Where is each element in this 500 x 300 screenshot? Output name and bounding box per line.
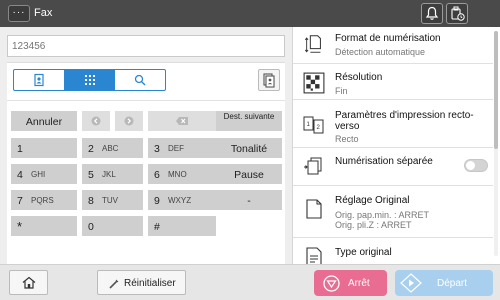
key-7[interactable]: 7 PQRS	[11, 190, 77, 210]
setting-duplex[interactable]: 12 Paramètres d'impression recto-verso R…	[293, 100, 493, 148]
input-mode-tabs	[13, 69, 166, 91]
home-button[interactable]	[9, 270, 48, 295]
divider	[7, 100, 285, 101]
key-9[interactable]: 9 WXYZ	[148, 190, 216, 210]
setting-title: Format de numérisation	[335, 33, 441, 44]
separate-scan-icon	[304, 157, 322, 175]
destination-input[interactable]	[7, 35, 285, 57]
bottom-bar: Réinitialiser Arrêt Départ	[0, 264, 500, 300]
key-6[interactable]: 6 MNO	[148, 164, 216, 184]
dash-button[interactable]: -	[216, 190, 282, 210]
menu-button[interactable]: ···	[8, 5, 30, 22]
setting-resolution[interactable]: Résolution Fin	[293, 64, 493, 100]
address-book-icon	[263, 73, 275, 88]
key-1[interactable]: 1	[11, 138, 77, 158]
chevron-left-icon	[91, 116, 101, 126]
setting-value: Orig. pap.min. : ARRET	[335, 210, 430, 220]
key-3[interactable]: 3 DEF	[148, 138, 216, 158]
setting-title: Numérisation séparée	[335, 156, 433, 167]
setting-original-type[interactable]: Type original	[293, 238, 493, 264]
reset-button[interactable]: Réinitialiser	[97, 270, 186, 295]
scan-size-icon	[304, 35, 321, 53]
cancel-button[interactable]: Annuler	[11, 111, 77, 131]
cursor-left-button[interactable]	[82, 111, 110, 131]
key-4[interactable]: 4 GHI	[11, 164, 77, 184]
duplex-icon: 12	[303, 116, 324, 134]
home-icon	[22, 276, 36, 289]
stop-icon	[323, 275, 340, 292]
backspace-button[interactable]	[148, 111, 216, 131]
start-button[interactable]: Départ	[395, 270, 493, 296]
start-label: Départ	[437, 278, 468, 289]
keypad-icon	[84, 75, 95, 85]
setting-title: Type original	[335, 247, 392, 258]
setting-separate-scan[interactable]: Numérisation séparée	[293, 148, 493, 186]
setting-title: Résolution	[335, 72, 383, 83]
app-title: Fax	[34, 7, 53, 19]
setting-title: Réglage Original	[335, 195, 410, 206]
setting-value-2: Orig. pli.Z : ARRET	[335, 220, 412, 230]
start-icon	[400, 273, 422, 293]
search-icon	[135, 74, 146, 86]
chevron-right-icon	[124, 116, 134, 126]
settings-scrollbar[interactable]	[494, 31, 498, 256]
destination-panel: Annuler Dest. suivante 1 2ABC 3DEF Tonal…	[0, 27, 292, 284]
pause-button[interactable]: Pause	[216, 164, 282, 184]
top-bar: ··· Fax	[0, 0, 500, 27]
next-destination-button[interactable]: Dest. suivante	[216, 111, 282, 131]
settings-panel: Format de numérisation Détection automat…	[292, 27, 500, 264]
key-star[interactable]: *	[11, 216, 77, 236]
device-status-icon[interactable]	[446, 3, 468, 24]
tab-keypad[interactable]	[64, 70, 116, 90]
scrollbar-thumb[interactable]	[494, 31, 498, 149]
key-0[interactable]: 0	[82, 216, 143, 236]
tab-address-book[interactable]	[14, 70, 65, 90]
resolution-icon	[303, 72, 325, 94]
separate-scan-toggle[interactable]	[464, 159, 488, 172]
backspace-icon	[176, 117, 188, 125]
tone-button[interactable]: Tonalité	[216, 138, 282, 158]
address-book-icon	[34, 73, 44, 87]
original-type-icon	[306, 247, 322, 264]
original-settings-icon	[306, 199, 322, 219]
stop-button[interactable]: Arrêt	[314, 270, 387, 296]
bell-icon[interactable]	[421, 3, 443, 24]
reset-label: Réinitialiser	[124, 278, 176, 289]
key-8[interactable]: 8 TUV	[82, 190, 143, 210]
setting-value: Détection automatique	[335, 47, 426, 57]
setting-original[interactable]: Réglage Original Orig. pap.min. : ARRET …	[293, 186, 493, 238]
key-hash[interactable]: #	[148, 216, 216, 236]
stop-label: Arrêt	[348, 278, 370, 289]
key-5[interactable]: 5 JKL	[82, 164, 143, 184]
reset-icon	[109, 279, 119, 289]
setting-value: Fin	[335, 86, 348, 96]
cursor-right-button[interactable]	[115, 111, 143, 131]
setting-title: Paramètres d'impression recto-verso	[335, 110, 474, 132]
setting-scan-size[interactable]: Format de numérisation Détection automat…	[293, 27, 493, 64]
key-2[interactable]: 2 ABC	[82, 138, 143, 158]
keypad-card: Annuler Dest. suivante 1 2 ABC 3 DEF Tonal…	[7, 62, 285, 284]
register-address-button[interactable]	[258, 69, 280, 91]
setting-value: Recto	[335, 134, 359, 144]
tab-search[interactable]	[115, 70, 165, 90]
